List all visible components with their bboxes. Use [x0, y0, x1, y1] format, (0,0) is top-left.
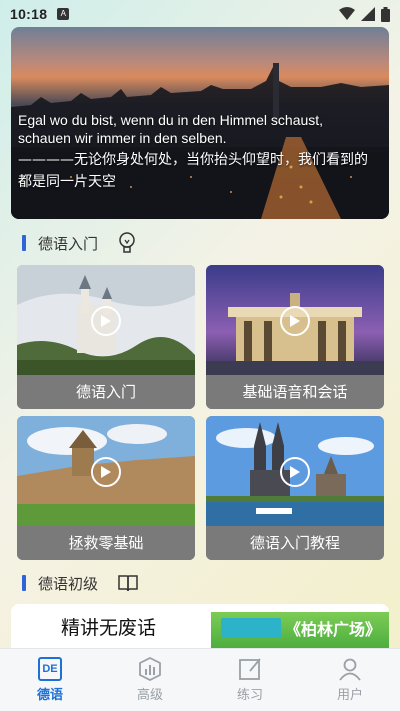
- tab-label: 练习: [236, 688, 263, 703]
- banner-quote-card[interactable]: Egal wo du bist, wenn du in den Himmel s…: [11, 27, 389, 219]
- a-letter-icon: A: [57, 8, 70, 20]
- section-accent-bar: [22, 575, 26, 591]
- battery-icon: [381, 6, 390, 22]
- tab-label: 高级: [136, 688, 163, 703]
- section-header-beginner: 德语初级: [22, 572, 138, 594]
- tab-practice[interactable]: 练习: [200, 649, 300, 711]
- course-card[interactable]: 德语入门: [17, 265, 195, 409]
- tab-advanced[interactable]: 高级: [100, 649, 200, 711]
- course-title: 拯救零基础: [17, 526, 195, 560]
- play-button-icon[interactable]: [280, 457, 310, 487]
- course-title: 基础语音和会话: [206, 375, 384, 409]
- tab-german[interactable]: DE 德语: [0, 649, 100, 711]
- lightbulb-icon: [118, 232, 136, 254]
- de-badge-icon: DE: [38, 657, 62, 681]
- chart-icon: [139, 657, 161, 681]
- book-icon: [118, 574, 138, 592]
- user-icon: [339, 658, 361, 681]
- wifi-icon: [339, 7, 355, 20]
- course-title: 德语入门教程: [206, 526, 384, 560]
- bottom-tab-bar: DE 德语 高级 练习 用户: [0, 648, 400, 711]
- section-title: 德语入门: [38, 234, 99, 253]
- section-header-intro: 德语入门: [22, 232, 136, 254]
- tab-label: 德语: [36, 688, 63, 703]
- edit-note-icon: [239, 658, 261, 680]
- book-title: 《柏林广场》: [284, 620, 381, 639]
- status-icons: [339, 6, 390, 22]
- tab-user[interactable]: 用户: [300, 649, 400, 711]
- course-title: 德语入门: [17, 375, 195, 409]
- book-cover-strip: [221, 618, 281, 638]
- signal-icon: [361, 7, 375, 21]
- section-title: 德语初级: [38, 574, 99, 593]
- course-card[interactable]: 基础语音和会话: [206, 265, 384, 409]
- promo-card[interactable]: 精讲无废话 《柏林广场》: [11, 604, 389, 654]
- promo-left-text: 精讲无废话: [61, 617, 157, 639]
- german-quote: Egal wo du bist, wenn du in den Himmel s…: [18, 112, 324, 146]
- tab-label: 用户: [336, 688, 363, 703]
- section-accent-bar: [22, 235, 26, 251]
- status-time: 10:18: [10, 6, 48, 22]
- banner-text: Egal wo du bist, wenn du in den Himmel s…: [18, 111, 379, 193]
- course-card[interactable]: 拯救零基础: [17, 416, 195, 560]
- status-bar: 10:18 A: [0, 0, 400, 28]
- play-button-icon[interactable]: [280, 306, 310, 336]
- course-card[interactable]: 德语入门教程: [206, 416, 384, 560]
- play-button-icon[interactable]: [91, 457, 121, 487]
- chinese-quote: ————无论你身处何处，当你抬头仰望时，我们看到的都是同一片天空: [18, 152, 368, 190]
- play-button-icon[interactable]: [91, 306, 121, 336]
